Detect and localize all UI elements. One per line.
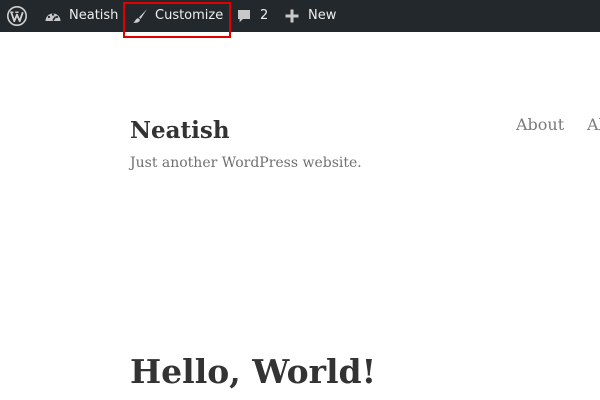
- site-name-menu[interactable]: Neatish: [43, 0, 118, 32]
- site-tagline: Just another WordPress website.: [130, 155, 362, 171]
- dashboard-icon: [43, 8, 63, 24]
- customize-link[interactable]: Customize: [131, 0, 223, 32]
- wordpress-logo-icon: [7, 6, 27, 26]
- primary-navigation: About Al: [516, 114, 600, 138]
- new-label: New: [308, 8, 337, 23]
- customize-label: Customize: [155, 8, 224, 23]
- site-title[interactable]: Neatish: [130, 117, 230, 144]
- post-title[interactable]: Hello, World!: [130, 352, 376, 391]
- comments-count: 2: [260, 8, 269, 23]
- nav-item-next[interactable]: Al: [587, 114, 600, 136]
- nav-item-about[interactable]: About: [516, 114, 564, 136]
- wordpress-menu[interactable]: [7, 0, 29, 32]
- paintbrush-icon: [131, 8, 149, 24]
- admin-bar: Neatish Customize 2 New: [0, 0, 600, 32]
- new-content-menu[interactable]: New: [285, 0, 336, 32]
- comments-link[interactable]: 2: [236, 0, 268, 32]
- site-name-label: Neatish: [69, 8, 119, 23]
- plus-icon: [285, 9, 299, 23]
- speech-bubble-icon: [236, 8, 252, 24]
